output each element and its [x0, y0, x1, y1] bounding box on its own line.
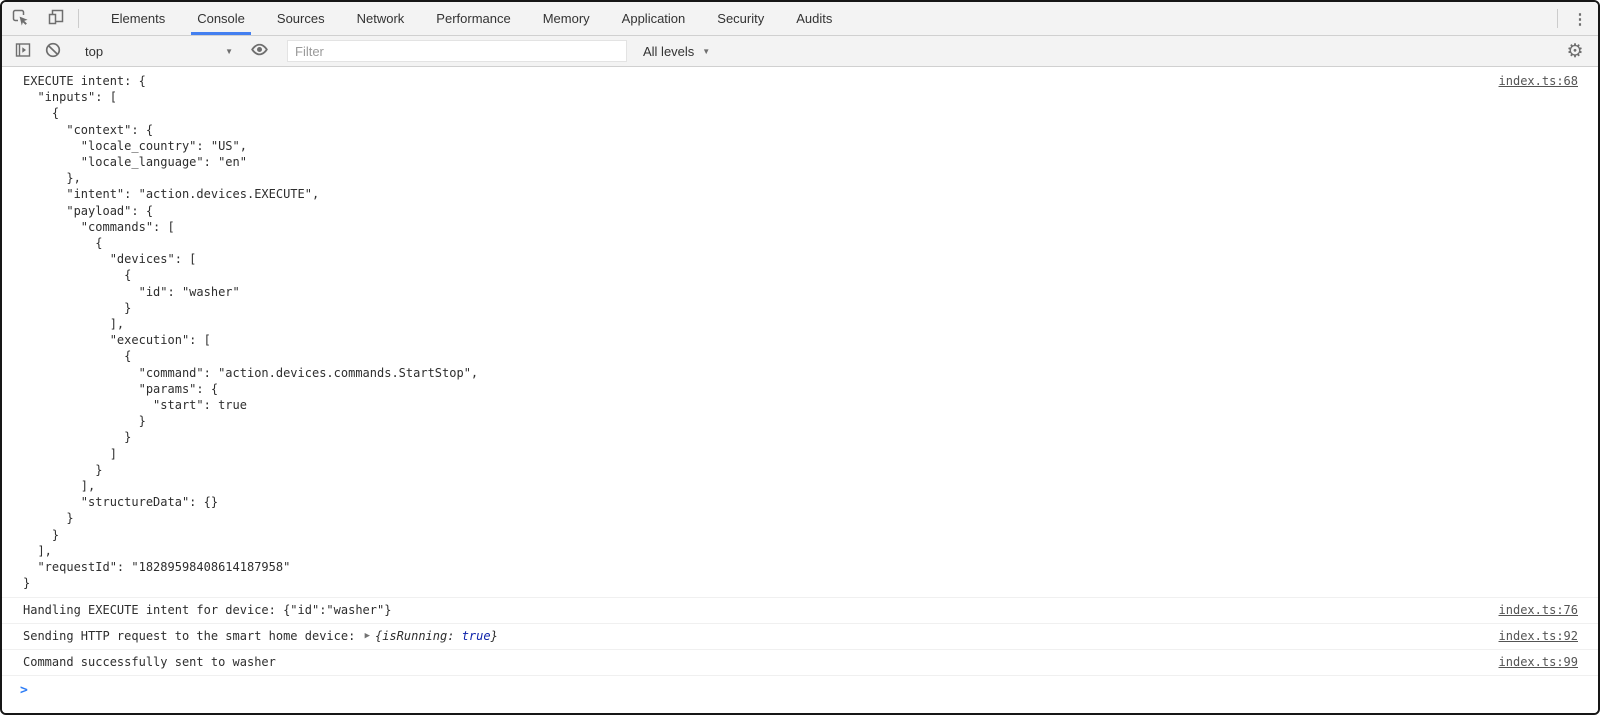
tab-label: Performance	[436, 11, 510, 26]
expand-triangle-icon[interactable]: ▶	[365, 631, 370, 641]
inspect-cursor-icon	[10, 7, 30, 30]
tab-audits[interactable]: Audits	[780, 2, 848, 35]
eye-icon	[250, 40, 269, 62]
live-expression-button[interactable]	[244, 38, 274, 64]
console-message-sending-request: Sending HTTP request to the smart home d…	[2, 624, 1598, 650]
console-message-execute-intent: EXECUTE intent: { "inputs": [ { "context…	[2, 67, 1598, 598]
context-value: top	[85, 44, 103, 59]
console-output: EXECUTE intent: { "inputs": [ { "context…	[2, 67, 1598, 713]
toggle-device-toolbar-button[interactable]	[38, 2, 74, 35]
tab-label: Console	[197, 11, 245, 26]
prompt-chevron-icon: >	[20, 683, 28, 698]
console-settings-button[interactable]: ⚙	[1560, 38, 1590, 64]
log-content: Sending HTTP request to the smart home d…	[23, 628, 498, 644]
object-preview-boolean: true	[462, 628, 491, 644]
tab-console[interactable]: Console	[181, 2, 261, 35]
tab-memory[interactable]: Memory	[527, 2, 606, 35]
panel-tabs: Elements Console Sources Network Perform…	[95, 2, 848, 35]
source-link[interactable]: index.ts:68	[1499, 73, 1578, 89]
console-prompt[interactable]: >	[2, 676, 1598, 705]
console-message-handling-intent: Handling EXECUTE intent for device: {"id…	[2, 598, 1598, 624]
javascript-context-selector[interactable]: top ▼	[79, 44, 239, 59]
tab-label: Security	[717, 11, 764, 26]
object-preview-open: {isRunning:	[375, 628, 462, 644]
tab-performance[interactable]: Performance	[420, 2, 526, 35]
tab-label: Memory	[543, 11, 590, 26]
tab-label: Sources	[277, 11, 325, 26]
toggle-console-sidebar-button[interactable]	[8, 38, 38, 64]
tab-label: Audits	[796, 11, 832, 26]
log-text: EXECUTE intent: { "inputs": [ { "context…	[23, 73, 478, 592]
log-text: Sending HTTP request to the smart home d…	[23, 628, 363, 644]
console-message-command-sent: Command successfully sent to washer inde…	[2, 650, 1598, 676]
log-text: Handling EXECUTE intent for device: {"id…	[23, 602, 391, 618]
source-link[interactable]: index.ts:99	[1499, 654, 1578, 670]
tab-label: Network	[357, 11, 405, 26]
source-link[interactable]: index.ts:76	[1499, 602, 1578, 618]
tab-elements[interactable]: Elements	[95, 2, 181, 35]
log-level-value: All levels	[643, 44, 694, 59]
tab-security[interactable]: Security	[701, 2, 780, 35]
divider	[1557, 9, 1558, 28]
chevron-down-icon: ▼	[225, 47, 233, 56]
source-link[interactable]: index.ts:92	[1499, 628, 1578, 644]
devtools-tab-bar: Elements Console Sources Network Perform…	[2, 2, 1598, 36]
chevron-down-icon: ▼	[702, 47, 710, 56]
kebab-menu-icon: ⋮	[1573, 10, 1588, 28]
clear-console-button[interactable]	[38, 38, 68, 64]
clear-console-icon	[44, 41, 62, 62]
tab-network[interactable]: Network	[341, 2, 421, 35]
tab-application[interactable]: Application	[606, 2, 702, 35]
object-preview-close: }	[491, 628, 498, 644]
filter-input[interactable]	[287, 40, 627, 62]
console-sidebar-icon	[14, 41, 32, 62]
device-toolbar-icon	[46, 7, 66, 30]
spacer	[848, 2, 1553, 35]
tab-sources[interactable]: Sources	[261, 2, 341, 35]
tab-label: Elements	[111, 11, 165, 26]
devtools-window: Elements Console Sources Network Perform…	[0, 0, 1600, 715]
gear-icon: ⚙	[1566, 40, 1583, 63]
log-level-selector[interactable]: All levels ▼	[637, 44, 716, 59]
console-toolbar: top ▼ All levels ▼ ⚙	[2, 36, 1598, 67]
inspect-element-button[interactable]	[2, 2, 38, 35]
divider	[78, 9, 79, 28]
devtools-menu-button[interactable]: ⋮	[1562, 2, 1598, 35]
log-text: Command successfully sent to washer	[23, 654, 276, 670]
tab-label: Application	[622, 11, 686, 26]
